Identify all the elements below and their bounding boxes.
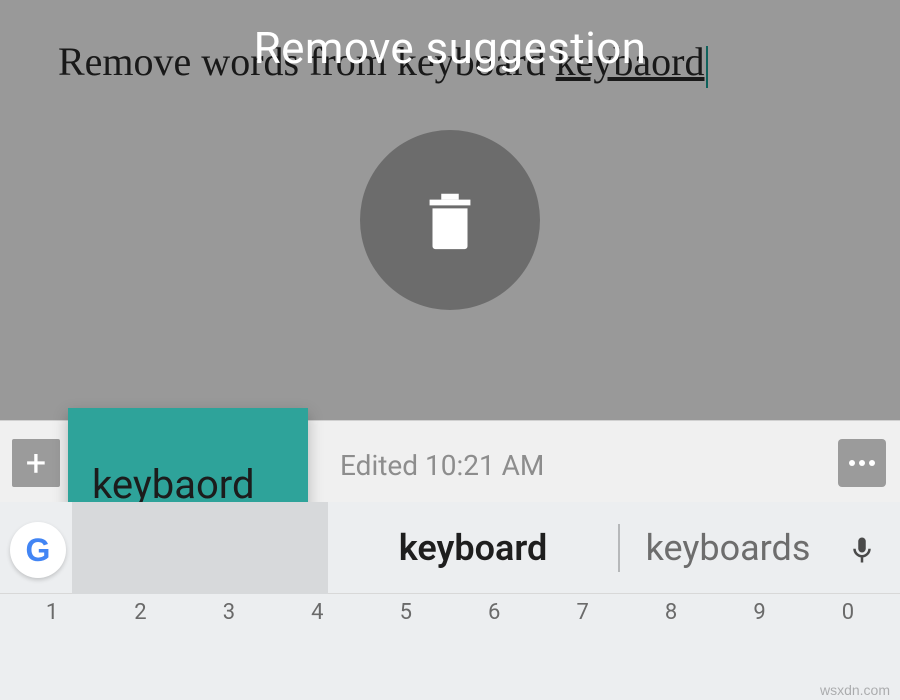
suggestion-slot-3[interactable]: keyboards — [622, 502, 834, 594]
key-1[interactable]: 1 — [12, 600, 92, 700]
dragged-suggestion-text: keybaord — [92, 461, 255, 508]
watermark: wsxdn.com — [820, 682, 890, 698]
google-g-icon: G — [26, 532, 51, 569]
key-2[interactable]: 2 — [100, 600, 180, 700]
key-5[interactable]: 5 — [366, 600, 446, 700]
dot-icon — [849, 460, 855, 466]
key-9[interactable]: 9 — [720, 600, 800, 700]
key-num: 1 — [12, 600, 92, 625]
key-num: 7 — [543, 600, 623, 625]
keyboard-number-row: 1 2 3 4 5 6 7 8 9 0 — [0, 594, 900, 700]
key-num: 4 — [277, 600, 357, 625]
key-num: 8 — [631, 600, 711, 625]
microphone-icon — [847, 531, 877, 569]
dot-icon — [869, 460, 875, 466]
plus-icon: + — [26, 442, 46, 484]
google-button[interactable]: G — [10, 522, 66, 578]
key-num: 5 — [366, 600, 446, 625]
key-num: 6 — [454, 600, 534, 625]
key-num: 0 — [808, 600, 888, 625]
key-6[interactable]: 6 — [454, 600, 534, 700]
trash-drop-target[interactable] — [360, 130, 540, 310]
dot-icon — [859, 460, 865, 466]
key-num: 3 — [189, 600, 269, 625]
more-button[interactable] — [838, 439, 886, 487]
key-4[interactable]: 4 — [277, 600, 357, 700]
trash-icon — [415, 178, 485, 262]
key-num: 9 — [720, 600, 800, 625]
key-7[interactable]: 7 — [543, 600, 623, 700]
edited-timestamp: Edited 10:21 AM — [340, 449, 544, 482]
suggestion-slot-1[interactable] — [72, 502, 328, 594]
suggestion-bar: G keyboard keyboards — [0, 502, 900, 594]
add-button[interactable]: + — [12, 439, 60, 487]
suggestion-slot-2[interactable]: keyboard — [328, 502, 618, 594]
key-3[interactable]: 3 — [189, 600, 269, 700]
key-8[interactable]: 8 — [631, 600, 711, 700]
key-num: 2 — [100, 600, 180, 625]
suggestion-divider — [618, 524, 620, 572]
voice-input-button[interactable] — [836, 524, 888, 576]
keyboard: G keyboard keyboards 1 2 3 4 5 6 7 8 9 0 — [0, 502, 900, 700]
remove-suggestion-title: Remove suggestion — [0, 22, 900, 74]
